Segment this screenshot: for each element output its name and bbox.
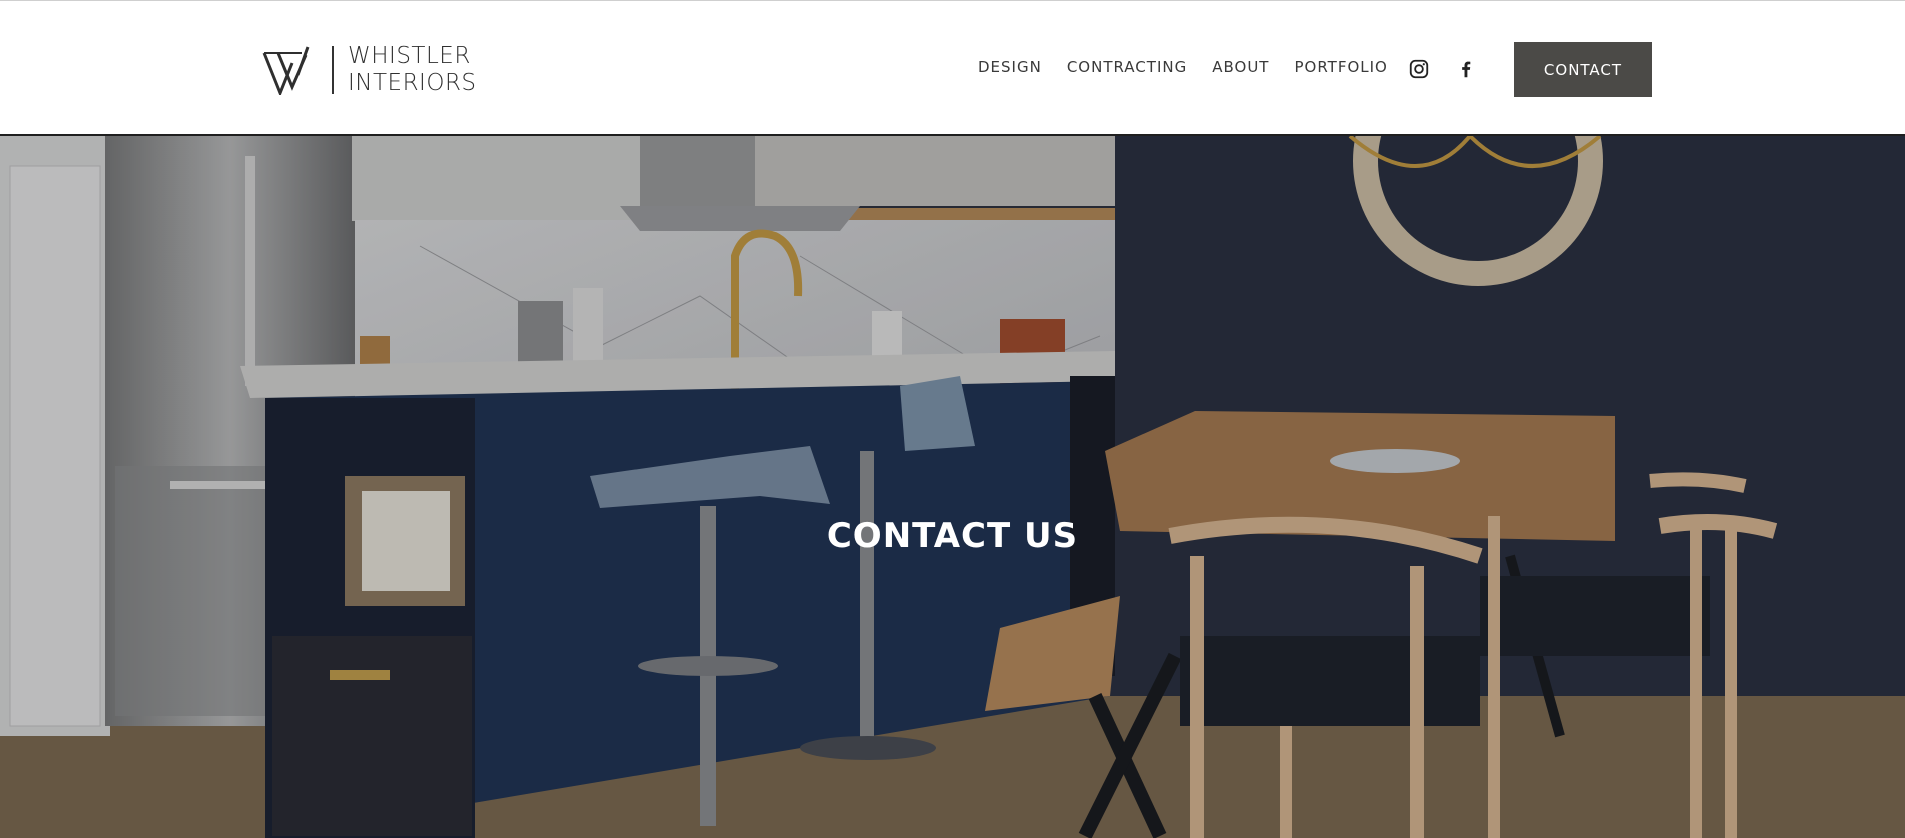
nav-design[interactable]: DESIGN xyxy=(978,58,1042,76)
nav-portfolio[interactable]: PORTFOLIO xyxy=(1294,58,1387,76)
hero-background-image xyxy=(0,136,1905,838)
logo-divider xyxy=(332,46,334,94)
hero-section: CONTACT US xyxy=(0,136,1905,838)
facebook-icon[interactable] xyxy=(1455,58,1477,80)
whistler-logo-icon xyxy=(262,46,310,95)
contact-button[interactable]: CONTACT xyxy=(1514,42,1652,97)
site-header: WHISTLER INTERIORS DESIGN CONTRACTING AB… xyxy=(0,0,1905,136)
logo[interactable]: WHISTLER INTERIORS xyxy=(262,43,477,97)
main-nav: DESIGN CONTRACTING ABOUT PORTFOLIO xyxy=(978,58,1413,76)
instagram-icon[interactable] xyxy=(1408,58,1430,80)
logo-line-1: WHISTLER xyxy=(348,43,471,69)
hero-title: CONTACT US xyxy=(826,516,1079,556)
nav-contracting[interactable]: CONTRACTING xyxy=(1067,58,1187,76)
logo-text: WHISTLER INTERIORS xyxy=(348,43,477,97)
logo-line-2: INTERIORS xyxy=(348,70,477,96)
nav-about[interactable]: ABOUT xyxy=(1212,58,1269,76)
